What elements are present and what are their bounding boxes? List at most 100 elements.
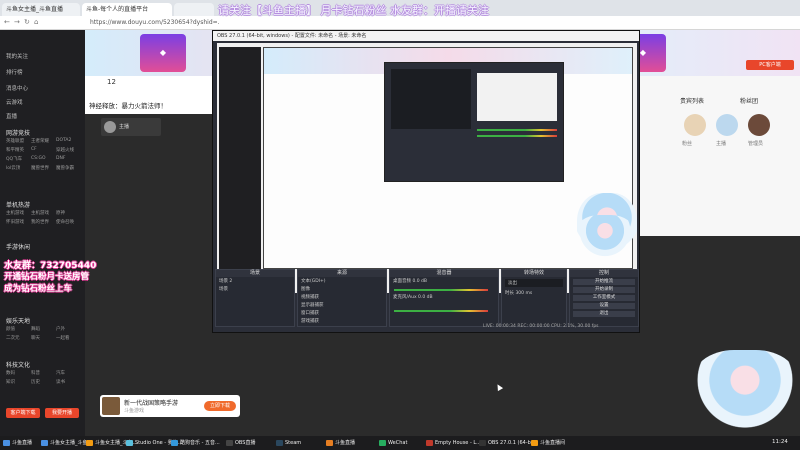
sidebar-item-rank[interactable]: 排行榜 — [6, 68, 23, 76]
category-link[interactable]: 科普 — [31, 370, 56, 376]
category-link[interactable]: 我的世界 — [31, 219, 56, 225]
dock-title: 混音器 — [390, 270, 498, 277]
category-link[interactable]: 汽车 — [56, 370, 81, 376]
taskbar-item[interactable]: WeChat — [378, 438, 407, 448]
right-panel: PC客户端 贵宾列表 粉丝团 粉丝 主播 管理员 — [640, 60, 800, 236]
taskbar-item[interactable]: Steam — [275, 438, 301, 448]
category-link[interactable]: DOTA2 — [56, 138, 81, 144]
nested-meter — [477, 135, 557, 137]
category-link[interactable]: 穿越火线 — [56, 147, 81, 153]
category-link[interactable]: 读书 — [56, 379, 81, 385]
sources-dock: 来源 文本(GDI+) 图像 视频捕获 显示器捕获 窗口捕获 游戏捕获 — [297, 269, 387, 327]
taskbar-item[interactable]: 斗鱼直播 — [2, 438, 32, 448]
browser-tab-active[interactable]: 斗鱼-每个人的直播平台 — [82, 3, 172, 16]
overlay-line: 开通钻石粉月卡送房管 — [4, 272, 90, 282]
category-link[interactable]: 知识 — [6, 379, 31, 385]
mixer-channel-label: 桌面音频 0.0 dB — [393, 279, 427, 284]
category-link[interactable]: 魔兽争霸 — [56, 165, 81, 171]
transition-select[interactable]: 淡出 — [505, 279, 563, 287]
streamer-label: 主播 — [119, 124, 130, 130]
character-illustration — [575, 215, 635, 260]
nested-meter — [477, 129, 557, 131]
category-link[interactable]: 颜值 — [6, 326, 31, 332]
character-illustration — [690, 350, 800, 436]
source-item[interactable]: 文本(GDI+) — [298, 277, 386, 285]
start-stream-button[interactable]: 我要开播 — [45, 408, 79, 418]
taskbar-item[interactable]: 酷狗音乐 - 五音... — [170, 438, 220, 448]
studio-mode-button[interactable]: 工作室模式 — [573, 295, 635, 301]
source-item[interactable]: 图像 — [298, 285, 386, 293]
home-icon[interactable]: ⌂ — [34, 18, 38, 26]
game-promo[interactable]: 新一代战国策略手游 斗鱼游戏 立即下载 — [100, 395, 240, 417]
back-icon[interactable]: ← — [4, 18, 10, 26]
category-link[interactable]: 和平精英 — [6, 147, 31, 153]
category-link[interactable]: 主机游戏 — [6, 210, 31, 216]
overlay-line: 成为钻石粉丝上车 — [4, 284, 73, 294]
category-link[interactable]: 历史 — [31, 379, 56, 385]
nested-capture — [477, 73, 557, 121]
category-link[interactable]: 英雄联盟 — [6, 138, 31, 144]
category-link[interactable]: 魔兽世界 — [31, 165, 56, 171]
source-item[interactable]: 游戏捕获 — [298, 317, 386, 325]
category-link[interactable]: 王者荣耀 — [31, 138, 56, 144]
category-link[interactable]: CS:GO — [31, 156, 56, 162]
category-link[interactable]: 二次元 — [6, 335, 31, 341]
sidebar-item-cloudgame[interactable]: 云游戏 — [6, 98, 23, 106]
source-item[interactable]: 窗口捕获 — [298, 309, 386, 317]
category-link[interactable]: DNF — [56, 156, 81, 162]
category-link[interactable]: 舞蹈 — [31, 326, 56, 332]
pc-client-button[interactable]: PC客户端 — [746, 60, 794, 70]
scene-item[interactable]: 场景 2 — [216, 277, 294, 285]
scene-item[interactable]: 场景 — [216, 285, 294, 293]
tab-vip[interactable]: 贵宾列表 — [680, 96, 704, 105]
taskbar-item[interactable]: 斗鱼直播 — [325, 438, 355, 448]
taskbar-item[interactable]: 斗鱼直播间 — [530, 438, 565, 448]
mixer-dock: 混音器 桌面音频 0.0 dB 麦克风/Aux 0.0 dB — [389, 269, 499, 327]
category-link[interactable]: 一起看 — [56, 335, 81, 341]
count-value: 12 — [107, 78, 116, 86]
address-bar: ← → ↻ ⌂ https://www.douyu.com/5230654?dy… — [0, 16, 800, 30]
taskbar-item[interactable]: OBS 27.0.1 (64-b... — [478, 438, 536, 448]
category-link[interactable]: 怀旧游戏 — [6, 219, 31, 225]
browser-tab[interactable] — [174, 3, 214, 16]
streamer-card[interactable]: 主播 — [101, 118, 161, 136]
source-item[interactable]: 视频捕获 — [298, 293, 386, 301]
exit-button[interactable]: 退出 — [573, 311, 635, 317]
nested-preview — [391, 69, 471, 129]
category-link[interactable]: 聊天 — [31, 335, 56, 341]
refresh-icon[interactable]: ↻ — [24, 18, 30, 26]
sidebar-item-follow[interactable]: 我的关注 — [6, 52, 28, 60]
category-link[interactable]: 数码 — [6, 370, 31, 376]
browser-tab[interactable]: 斗鱼女主播_斗鱼直播 — [2, 3, 80, 16]
download-button[interactable]: 立即下载 — [204, 401, 236, 411]
category-link[interactable]: QQ飞车 — [6, 156, 31, 162]
avatar[interactable] — [684, 114, 706, 136]
avatar[interactable] — [748, 114, 770, 136]
taskbar-item[interactable]: Empty House - L... — [425, 438, 481, 448]
category-link[interactable]: 使命召唤 — [56, 219, 81, 225]
category-link[interactable]: CF — [31, 147, 56, 153]
category-link[interactable]: 原神 — [56, 210, 81, 216]
start-recording-button[interactable]: 开始录制 — [573, 287, 635, 293]
sidebar-item-messages[interactable]: 消息中心 — [6, 84, 28, 92]
forward-icon[interactable]: → — [14, 18, 20, 26]
source-item[interactable]: 显示器捕获 — [298, 301, 386, 309]
nested-banner-logo — [404, 46, 460, 66]
duration-label: 时长 300 ms — [505, 291, 533, 296]
start-streaming-button[interactable]: 开始推流 — [573, 279, 635, 285]
sidebar-item-live[interactable]: 直播 — [6, 112, 17, 120]
taskbar-item[interactable]: OBS直播 — [225, 438, 255, 448]
category-link[interactable]: 主机游戏 — [31, 210, 56, 216]
download-client-button[interactable]: 客户端下载 — [6, 408, 40, 418]
tab-fans[interactable]: 粉丝团 — [740, 96, 758, 105]
category-link[interactable]: 户外 — [56, 326, 81, 332]
section-heading: 单机热游 — [6, 202, 31, 209]
nested-obs — [384, 62, 564, 182]
category-link[interactable]: lol云顶 — [6, 165, 31, 171]
avatar[interactable] — [716, 114, 738, 136]
settings-button[interactable]: 设置 — [573, 303, 635, 309]
fun-grid: 颜值 舞蹈 户外 二次元 聊天 一起看 — [6, 326, 81, 341]
url-field[interactable]: https://www.douyu.com/5230654?dyshid=... — [90, 18, 220, 28]
player-area: 主播 — [85, 114, 215, 436]
fan-label: 主播 — [716, 141, 727, 147]
